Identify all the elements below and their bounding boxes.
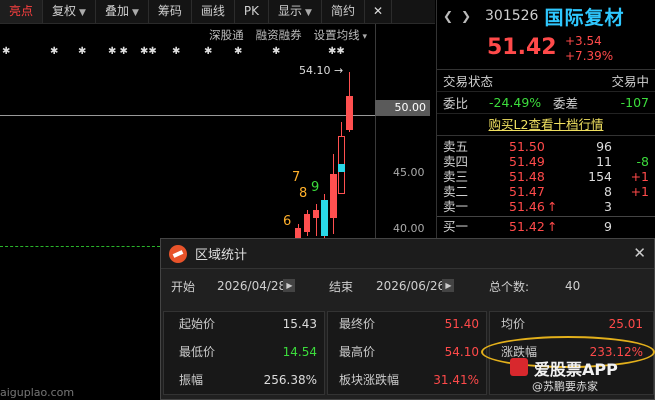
status-value: 交易中: [611, 74, 649, 89]
current-price-flag: 50.00: [375, 100, 430, 116]
event-marker[interactable]: ✱: [2, 46, 10, 57]
toolbar-display-button[interactable]: 显示 ▼: [269, 0, 322, 23]
event-marker[interactable]: ✱: [50, 46, 58, 57]
end-label: 结束: [329, 279, 354, 294]
prev-stock-icon[interactable]: ❮: [443, 9, 457, 23]
event-marker[interactable]: ✱✱: [140, 46, 157, 57]
bid-row[interactable]: 买一 51.42 ↑ 9: [437, 219, 655, 234]
chevron-right-icon[interactable]: ▶: [284, 279, 295, 292]
ask-row[interactable]: 卖三 51.48 154 +1: [437, 169, 655, 184]
event-marker[interactable]: ✱: [172, 46, 180, 57]
toolbar-overlay-button[interactable]: 叠加 ▼: [96, 0, 149, 23]
ask-row[interactable]: 卖五 51.50 96: [437, 139, 655, 154]
current-price-line: [0, 115, 375, 116]
sequence-count-label: 7: [292, 170, 301, 185]
ma-settings-button[interactable]: 设置均线 ▾: [308, 26, 373, 44]
change-percent: +7.39%: [565, 49, 614, 63]
stat-value: 14.54: [282, 345, 317, 359]
stock-code: 301526: [485, 8, 539, 24]
toolbar-pk-button[interactable]: PK: [235, 0, 270, 23]
status-label: 交易状态: [443, 74, 494, 89]
sequence-count-label: 8: [299, 186, 308, 201]
app-logo-icon: [169, 244, 187, 263]
hk-connect-button[interactable]: 深股通: [203, 26, 250, 44]
close-icon[interactable]: ✕: [633, 244, 646, 262]
brand-logo-icon: [510, 358, 528, 376]
chevron-down-icon: ▾: [359, 32, 367, 42]
chevron-down-icon: ▼: [79, 8, 86, 18]
end-date-field[interactable]: 2026/06/26: [376, 279, 445, 293]
event-marker[interactable]: ✱: [272, 46, 280, 57]
margin-trading-button[interactable]: 融资融券: [250, 26, 308, 44]
event-marker[interactable]: ✱: [204, 46, 212, 57]
close-icon[interactable]: ✕: [365, 0, 393, 23]
ask-row[interactable]: 卖四 51.49 11 -8: [437, 154, 655, 169]
toolbar-highlight-button[interactable]: 亮点: [0, 0, 44, 23]
toolbar-adjust-button[interactable]: 复权 ▼: [43, 0, 96, 23]
url-watermark: aiguplao.com: [0, 386, 75, 399]
start-label: 开始: [171, 279, 196, 294]
start-date-field[interactable]: 2026/04/28: [217, 279, 286, 293]
last-price: 51.42: [487, 35, 557, 60]
event-marker[interactable]: ✱ ✱: [108, 46, 128, 57]
status-row: 交易状态 交易中: [437, 70, 655, 92]
chevron-right-icon[interactable]: ▶: [443, 279, 454, 292]
weicha-label: 委差: [553, 96, 579, 111]
event-marker[interactable]: ✱: [78, 46, 86, 57]
price-row: 51.42 +3.54 +7.39%: [437, 32, 655, 70]
stat-value: 25.01: [608, 317, 643, 331]
up-arrow-icon: ↑: [547, 219, 558, 234]
region-stats-dialog: 区域统计 ✕ 开始 2026/04/28 ◀▶ 结束 2026/06/26 ◀▶…: [160, 238, 655, 400]
toolbar-simple-button[interactable]: 简约: [322, 0, 365, 23]
buy-l2-link[interactable]: 购买L2查看十档行情: [437, 114, 655, 136]
dialog-titlebar: 区域统计 ✕: [161, 239, 654, 269]
stock-name: 国际复材: [544, 6, 625, 29]
chevron-down-icon: ▼: [305, 8, 312, 18]
stat-value: 15.43: [282, 317, 317, 331]
stat-value: 256.38%: [263, 373, 317, 387]
ask-book: 卖五 51.50 96 卖四 51.49 11 -8 卖三 51.48 154 …: [437, 136, 655, 234]
chart-subbar: 深股通 融资融券 设置均线 ▾: [203, 26, 373, 44]
y-tick: 40.00: [393, 222, 425, 235]
weibi-row: 委比 -24.49% 委差 -107: [437, 92, 655, 114]
stat-value: 54.10: [444, 345, 479, 359]
stat-value: 51.40: [444, 317, 479, 331]
date-range-row: 开始 2026/04/28 ◀▶ 结束 2026/06/26 ◀▶ 总个数: 4…: [161, 269, 654, 303]
toolbar-draw-button[interactable]: 画线: [192, 0, 235, 23]
book-divider: [437, 216, 655, 217]
high-price-label: 54.10 →: [299, 64, 344, 77]
count-label: 总个数:: [489, 279, 530, 294]
sequence-count-label: 9: [311, 180, 320, 195]
weicha-value: -107: [620, 95, 649, 110]
watermark-brand: 爱股票APP: [534, 360, 618, 379]
y-tick: 45.00: [393, 166, 425, 179]
reference-dashed-line: [0, 246, 160, 247]
app-watermark: 爱股票APP @苏鹏要赤家: [506, 354, 655, 394]
weibi-value: -24.49%: [489, 95, 542, 110]
change-amount: +3.54: [565, 34, 602, 48]
chart-toolbar: 亮点 复权 ▼ 叠加 ▼ 筹码 画线 PK 显示 ▼ 简约 ✕: [0, 0, 435, 24]
up-arrow-icon: ↑: [547, 199, 558, 214]
ask-row[interactable]: 卖一 51.46 ↑ 3: [437, 199, 655, 214]
ask-row[interactable]: 卖二 51.47 8 +1: [437, 184, 655, 199]
chevron-down-icon: ▼: [131, 8, 139, 18]
watermark-author: @苏鹏要赤家: [532, 380, 598, 393]
sequence-count-label: 6: [283, 214, 292, 229]
weibi-label: 委比: [443, 96, 469, 111]
next-stock-icon[interactable]: ❯: [461, 9, 475, 23]
count-value: 40: [565, 279, 581, 293]
toolbar-chips-button[interactable]: 筹码: [149, 0, 192, 23]
event-marker[interactable]: ✱: [234, 46, 242, 57]
stat-value: 31.41%: [433, 373, 479, 387]
event-markers: ✱ ✱ ✱ ✱ ✱ ✱✱ ✱ ✱ ✱ ✱ ✱✱: [0, 46, 435, 58]
event-marker[interactable]: ✱✱: [328, 46, 345, 57]
price-change: +3.54 +7.39%: [565, 34, 613, 64]
stock-header: ❮ ❯ 301526 国际复材: [437, 0, 655, 32]
dialog-title: 区域统计: [195, 248, 248, 263]
